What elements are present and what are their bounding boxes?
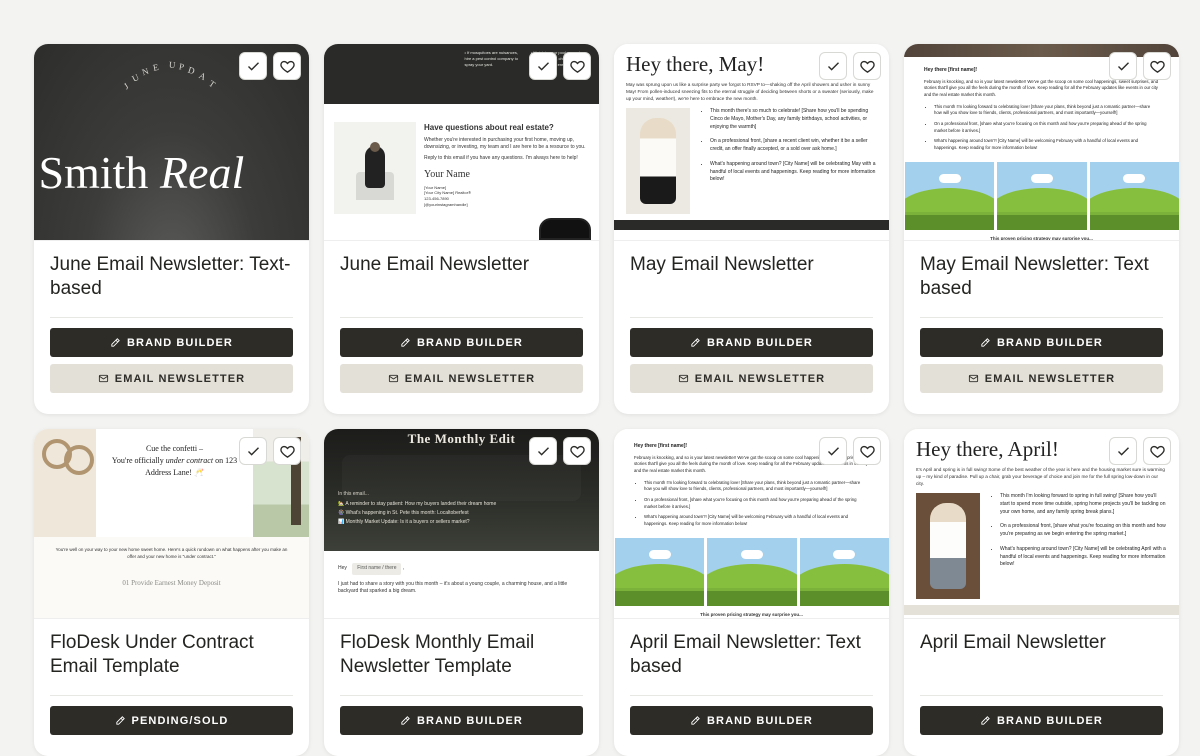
template-thumbnail[interactable]: Hey there [first name]! February is knoc…	[614, 429, 889, 619]
template-title: April Email Newsletter	[920, 631, 1163, 681]
template-title: FloDesk Monthly Email Newsletter Templat…	[340, 631, 583, 681]
template-thumbnail[interactable]: Hey there, May! May was sprung upon us l…	[614, 44, 889, 241]
favorite-button[interactable]	[563, 52, 591, 80]
favorite-button[interactable]	[1143, 437, 1171, 465]
divider	[920, 695, 1163, 696]
favorite-button[interactable]	[1143, 52, 1171, 80]
template-card[interactable]: Hey there, May! May was sprung upon us l…	[614, 44, 889, 414]
template-title: FloDesk Under Contract Email Template	[50, 631, 293, 681]
thumb-hero-text: Cue the confetti – You're officially und…	[96, 429, 253, 537]
divider	[920, 317, 1163, 318]
email-newsletter-button[interactable]: EMAIL NEWSLETTER	[340, 364, 583, 393]
thumb-photo	[626, 108, 690, 214]
pending-sold-button[interactable]: PENDING/SOLD	[50, 706, 293, 735]
brand-builder-button[interactable]: BRAND BUILDER	[920, 328, 1163, 357]
select-button[interactable]	[529, 52, 557, 80]
brand-builder-button[interactable]: BRAND BUILDER	[50, 328, 293, 357]
template-card[interactable]: Hey there, April! It's April and spring …	[904, 429, 1179, 756]
phone-icon	[539, 218, 591, 240]
select-button[interactable]	[239, 437, 267, 465]
brand-builder-button[interactable]: BRAND BUILDER	[340, 328, 583, 357]
template-card[interactable]: Cue the confetti – You're officially und…	[34, 429, 309, 756]
select-button[interactable]	[529, 437, 557, 465]
template-thumbnail[interactable]: Hey there [first name]! February is knoc…	[904, 44, 1179, 241]
template-thumbnail[interactable]: Hey there, April! It's April and spring …	[904, 429, 1179, 619]
divider	[340, 695, 583, 696]
template-title: May Email Newsletter: Text based	[920, 253, 1163, 303]
template-thumbnail[interactable]: The Monthly Edit In this email... 🏡 A re…	[324, 429, 599, 619]
email-newsletter-button[interactable]: EMAIL NEWSLETTER	[630, 364, 873, 393]
divider	[50, 317, 293, 318]
merge-tag-chip: First name / there	[352, 563, 401, 575]
thumb-photo	[916, 493, 980, 599]
divider	[630, 317, 873, 318]
favorite-button[interactable]	[273, 437, 301, 465]
select-button[interactable]	[1109, 437, 1137, 465]
divider	[50, 695, 293, 696]
select-button[interactable]	[239, 52, 267, 80]
brand-builder-button[interactable]: BRAND BUILDER	[630, 328, 873, 357]
landscape-tiles	[904, 162, 1179, 230]
thumb-photo	[334, 122, 416, 214]
thumb-heading: Have questions about real estate?	[424, 122, 589, 134]
thumb-hero-text: n Smith Real	[34, 146, 244, 199]
template-card[interactable]: Hey there [first name]! February is knoc…	[614, 429, 889, 756]
brand-builder-button[interactable]: BRAND BUILDER	[630, 706, 873, 735]
divider	[340, 317, 583, 318]
template-title: May Email Newsletter	[630, 253, 873, 303]
select-button[interactable]	[1109, 52, 1137, 80]
email-newsletter-button[interactable]: EMAIL NEWSLETTER	[920, 364, 1163, 393]
template-thumbnail[interactable]: JUNE UPDAT n Smith Real	[34, 44, 309, 241]
brand-builder-button[interactable]: BRAND BUILDER	[340, 706, 583, 735]
select-button[interactable]	[819, 437, 847, 465]
template-card[interactable]: Hey there [first name]! February is knoc…	[904, 44, 1179, 414]
email-newsletter-button[interactable]: EMAIL NEWSLETTER	[50, 364, 293, 393]
brand-builder-button[interactable]: BRAND BUILDER	[920, 706, 1163, 735]
thumb-bullets: This month there's so much to celebrate!…	[700, 108, 877, 214]
template-card[interactable]: The Monthly Edit In this email... 🏡 A re…	[324, 429, 599, 756]
template-card[interactable]: JUNE UPDAT n Smith Real June Email Newsl…	[34, 44, 309, 414]
landscape-tiles	[614, 538, 889, 606]
template-title: April Email Newsletter: Text based	[630, 631, 873, 681]
divider	[630, 695, 873, 696]
favorite-button[interactable]	[853, 437, 881, 465]
template-title: June Email Newsletter: Text-based	[50, 253, 293, 303]
thumb-decor	[34, 429, 96, 537]
thumb-bullets: This month I'm looking forward to spring…	[990, 493, 1167, 599]
favorite-button[interactable]	[563, 437, 591, 465]
template-title: June Email Newsletter	[340, 253, 583, 303]
template-grid: JUNE UPDAT n Smith Real June Email Newsl…	[0, 0, 1200, 756]
favorite-button[interactable]	[273, 52, 301, 80]
select-button[interactable]	[819, 52, 847, 80]
template-card[interactable]: If mosquitoes are nuisances, hire a pest…	[324, 44, 599, 414]
template-thumbnail[interactable]: If mosquitoes are nuisances, hire a pest…	[324, 44, 599, 241]
favorite-button[interactable]	[853, 52, 881, 80]
template-thumbnail[interactable]: Cue the confetti – You're officially und…	[34, 429, 309, 619]
